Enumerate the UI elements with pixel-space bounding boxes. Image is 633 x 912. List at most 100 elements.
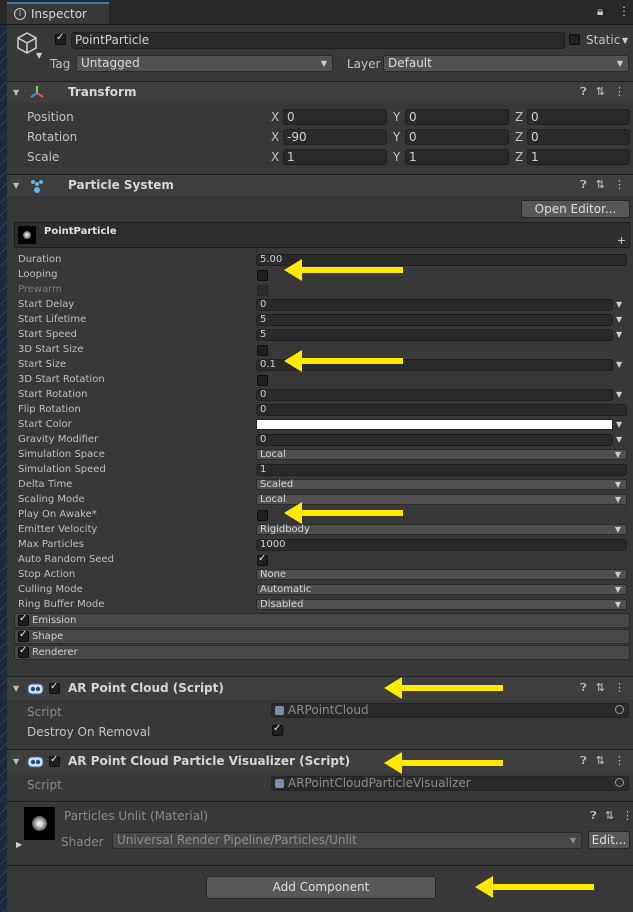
auto-random-seed-checkbox[interactable] <box>257 553 268 566</box>
fold-arrow-icon[interactable]: ▼ <box>13 88 19 97</box>
object-picker-icon[interactable] <box>615 705 624 714</box>
script-object-field[interactable]: ARPointCloudParticleVisualizer <box>271 776 629 791</box>
curve-mode-dropdown-icon[interactable]: ▼ <box>616 300 622 309</box>
curve-mode-dropdown-icon[interactable]: ▼ <box>616 390 622 399</box>
transform-position-x-field[interactable]: 0 <box>283 109 387 125</box>
kebab-menu-icon[interactable]: ⋮ <box>622 809 633 822</box>
module-shape[interactable]: Shape <box>14 629 630 644</box>
layer-value: Default <box>388 56 432 70</box>
ring-buffer-mode-dropdown[interactable]: Disabled ▼ <box>256 599 627 610</box>
gravity-modifier-field[interactable]: 0 <box>256 434 613 446</box>
transform-position-y-field[interactable]: 0 <box>405 109 509 125</box>
particle-system-header[interactable]: ▼ Particle System ❓︎ ⇅ ⋮ <box>7 174 633 196</box>
3d-start-size-checkbox[interactable] <box>257 345 268 356</box>
icon-dropdown-arrow-icon[interactable]: ▼ <box>36 51 42 60</box>
module-renderer-checkbox[interactable] <box>18 645 29 658</box>
visualizer-header[interactable]: ▼ AR Point Cloud Particle Visualizer (Sc… <box>7 749 633 773</box>
culling-mode-dropdown[interactable]: Automatic ▼ <box>256 584 627 595</box>
chevron-down-icon: ▼ <box>614 495 621 504</box>
simulation-speed-field[interactable]: 1 <box>256 464 627 476</box>
presets-icon[interactable]: ⇅ <box>596 754 605 767</box>
start-rotation-field[interactable]: 0 <box>256 389 613 401</box>
delta-time-dropdown[interactable]: Scaled ▼ <box>256 479 627 490</box>
looping-checkbox[interactable] <box>257 270 268 281</box>
transform-header[interactable]: ▼ Transform ❓︎ ⇅ ⋮ <box>7 81 633 103</box>
destroy-on-removal-checkbox[interactable] <box>272 723 283 736</box>
static-label: Static <box>586 33 621 47</box>
gravity-modifier-label: Gravity Modifier <box>18 434 99 445</box>
max-particles-field[interactable]: 1000 <box>256 539 627 551</box>
open-editor-button[interactable]: Open Editor... <box>521 200 630 218</box>
layer-dropdown[interactable]: Default ▼ <box>383 55 629 72</box>
tab-inspector[interactable]: i Inspector <box>7 2 109 24</box>
object-picker-icon[interactable] <box>615 778 624 787</box>
duration-field[interactable]: 5.00 <box>256 254 627 266</box>
scaling-mode-dropdown[interactable]: Local ▼ <box>256 494 627 505</box>
flip-rotation-field[interactable]: 0 <box>256 404 627 416</box>
lock-icon[interactable]: 🔒︎ <box>597 4 603 19</box>
script-object-field[interactable]: ARPointCloud <box>271 703 629 718</box>
object-name-field[interactable]: PointParticle <box>71 32 565 49</box>
kebab-menu-icon[interactable]: ⋮ <box>614 178 625 191</box>
module-header-main[interactable]: PointParticle + <box>14 222 630 248</box>
shader-dropdown[interactable]: Universal Render Pipeline/Particles/Unli… <box>112 832 582 849</box>
simulation-space-dropdown[interactable]: Local ▼ <box>256 449 627 460</box>
curve-mode-dropdown-icon[interactable]: ▼ <box>616 315 622 324</box>
add-component-button[interactable]: Add Component <box>206 876 436 899</box>
visualizer-enabled-checkbox[interactable] <box>49 754 60 767</box>
transform-position-z-field[interactable]: 0 <box>527 109 630 125</box>
transform-scale-x-field[interactable]: 1 <box>283 149 387 165</box>
curve-mode-dropdown-icon[interactable]: ▼ <box>616 330 622 339</box>
help-icon[interactable]: ❓︎ <box>580 681 587 695</box>
transform-rotation-y-field[interactable]: 0 <box>405 129 509 145</box>
curve-mode-dropdown-icon[interactable]: ▼ <box>616 360 622 369</box>
tag-dropdown[interactable]: Untagged ▼ <box>76 55 333 72</box>
static-checkbox[interactable] <box>569 34 580 45</box>
presets-icon[interactable]: ⇅ <box>596 681 605 694</box>
transform-scale-z-field[interactable]: 1 <box>527 149 630 165</box>
emitter-velocity-dropdown[interactable]: Rigidbody ▼ <box>256 524 627 535</box>
prewarm-checkbox[interactable] <box>257 285 268 296</box>
active-checkbox[interactable] <box>55 32 66 45</box>
module-emission[interactable]: Emission <box>14 613 630 628</box>
presets-icon[interactable]: ⇅ <box>596 178 605 191</box>
edit-shader-button[interactable]: Edit... <box>588 831 630 849</box>
material-fold-arrow-icon[interactable]: ▶ <box>16 840 22 849</box>
help-icon[interactable]: ❓︎ <box>590 809 597 823</box>
fold-arrow-icon[interactable]: ▼ <box>13 684 19 693</box>
axis-y-label: Y <box>393 110 401 124</box>
presets-icon[interactable]: ⇅ <box>596 85 605 98</box>
start-lifetime-field[interactable]: 5 <box>256 314 613 326</box>
ar-point-cloud-header[interactable]: ▼ AR Point Cloud (Script) ❓︎ ⇅ ⋮ <box>7 676 633 700</box>
chevron-down-icon: ▼ <box>614 600 621 609</box>
module-renderer[interactable]: Renderer <box>14 645 630 660</box>
color-mode-dropdown-icon[interactable]: ▼ <box>616 420 622 429</box>
material-preview-thumbnail <box>24 807 55 840</box>
help-icon[interactable]: ❓︎ <box>580 178 587 192</box>
curve-mode-dropdown-icon[interactable]: ▼ <box>616 435 622 444</box>
play-on-awake-checkbox[interactable] <box>257 510 268 521</box>
ar-point-cloud-enabled-checkbox[interactable] <box>49 681 60 694</box>
presets-icon[interactable]: ⇅ <box>605 809 614 822</box>
module-shape-checkbox[interactable] <box>18 629 29 642</box>
start-color-swatch[interactable] <box>256 419 613 430</box>
kebab-menu-icon[interactable]: ⋮ <box>618 4 630 18</box>
kebab-menu-icon[interactable]: ⋮ <box>614 681 625 694</box>
start-speed-field[interactable]: 5 <box>256 329 613 341</box>
add-module-plus-icon[interactable]: + <box>617 234 626 247</box>
stop-action-dropdown[interactable]: None ▼ <box>256 569 627 580</box>
module-emission-checkbox[interactable] <box>18 613 29 626</box>
help-icon[interactable]: ❓︎ <box>580 85 587 99</box>
kebab-menu-icon[interactable]: ⋮ <box>614 754 625 767</box>
start-delay-field[interactable]: 0 <box>256 299 613 311</box>
fold-arrow-icon[interactable]: ▼ <box>13 757 19 766</box>
static-dropdown-arrow-icon[interactable]: ▼ <box>622 36 628 45</box>
fold-arrow-icon[interactable]: ▼ <box>13 181 19 190</box>
script-label: Script <box>27 705 62 719</box>
transform-scale-y-field[interactable]: 1 <box>405 149 509 165</box>
transform-rotation-z-field[interactable]: 0 <box>527 129 630 145</box>
transform-rotation-x-field[interactable]: -90 <box>283 129 387 145</box>
3d-start-rotation-checkbox[interactable] <box>257 375 268 386</box>
kebab-menu-icon[interactable]: ⋮ <box>614 85 625 98</box>
help-icon[interactable]: ❓︎ <box>580 754 587 768</box>
